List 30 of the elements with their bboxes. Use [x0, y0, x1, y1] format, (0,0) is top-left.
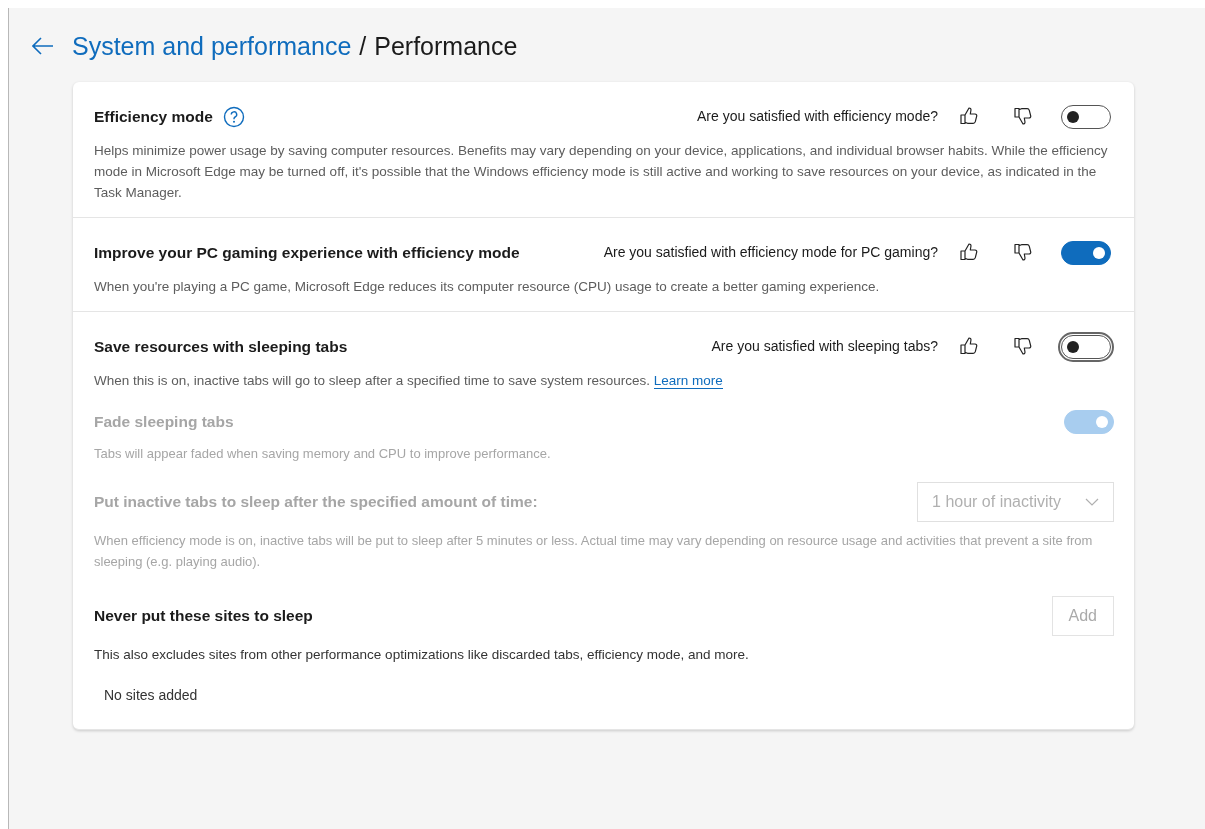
feedback-question: Are you satisfied with efficiency mode for PC gaming? — [603, 244, 938, 260]
setting-title: Improve your PC gaming experience with efficiency mode — [94, 243, 520, 263]
learn-more-link[interactable]: Learn more — [653, 373, 723, 389]
thumbs-down-icon[interactable] — [1014, 336, 1032, 356]
setting-title: Fade sleeping tabs — [94, 412, 234, 432]
thumbs-up-icon[interactable] — [960, 336, 978, 356]
breadcrumb-link[interactable]: System and performance — [72, 31, 352, 61]
setting-description: When you're playing a PC game, Microsoft Edge reduces its computer resource (CPU) usage to create a better gaming experience. — [94, 278, 881, 296]
setting-title: Efficiency mode — [94, 107, 213, 127]
setting-description: Helps minimize power usage by saving computer resources. Benefits may vary depending on your device, applications, and individual browser habits. While the efficiency mode in Microsoft Edge may be turned off, it's possible that the Windows efficiency mode is still active and working to save resources on your device, as indicated in the Task Manager. — [94, 142, 1109, 202]
empty-list-message: No sites added — [104, 687, 199, 703]
thumbs-down-icon[interactable] — [1014, 242, 1032, 262]
setting-title: Put inactive tabs to sleep after the specified amount of time: — [94, 492, 538, 512]
thumbs-down-icon[interactable] — [1014, 106, 1032, 126]
breadcrumb-separator: / — [359, 31, 367, 61]
setting-description: This also excludes sites from other performance optimizations like discarded tabs, efficiency mode, and more. — [94, 646, 750, 664]
help-icon[interactable] — [222, 106, 245, 128]
thumbs-up-icon[interactable] — [960, 242, 978, 262]
feedback-question: Are you satisfied with efficiency mode? — [697, 108, 938, 124]
thumbs-up-icon[interactable] — [960, 106, 978, 126]
feedback-question: Are you satisfied with sleeping tabs? — [711, 338, 938, 354]
setting-description: Tabs will appear faded when saving memory and CPU to improve performance. — [94, 445, 552, 463]
toggle-switch[interactable] — [1058, 332, 1114, 362]
caret-icon — [1085, 498, 1099, 506]
page-title: Performance — [374, 31, 518, 61]
setting-description: When this is on, inactive tabs will go to sleep after a specified time to save system resources. Learn more — [94, 372, 724, 391]
back-arrow-icon[interactable] — [32, 37, 54, 55]
setting-title: Save resources with sleeping tabs — [94, 337, 348, 357]
setting-description: When efficiency mode is on, inactive tabs will be put to sleep after 5 minutes or less. Actual time may vary depending on resource usage and activities that prevent a site from sleeping (e.g. playing audio). — [94, 532, 1094, 571]
setting-title: Never put these sites to sleep — [94, 606, 313, 626]
